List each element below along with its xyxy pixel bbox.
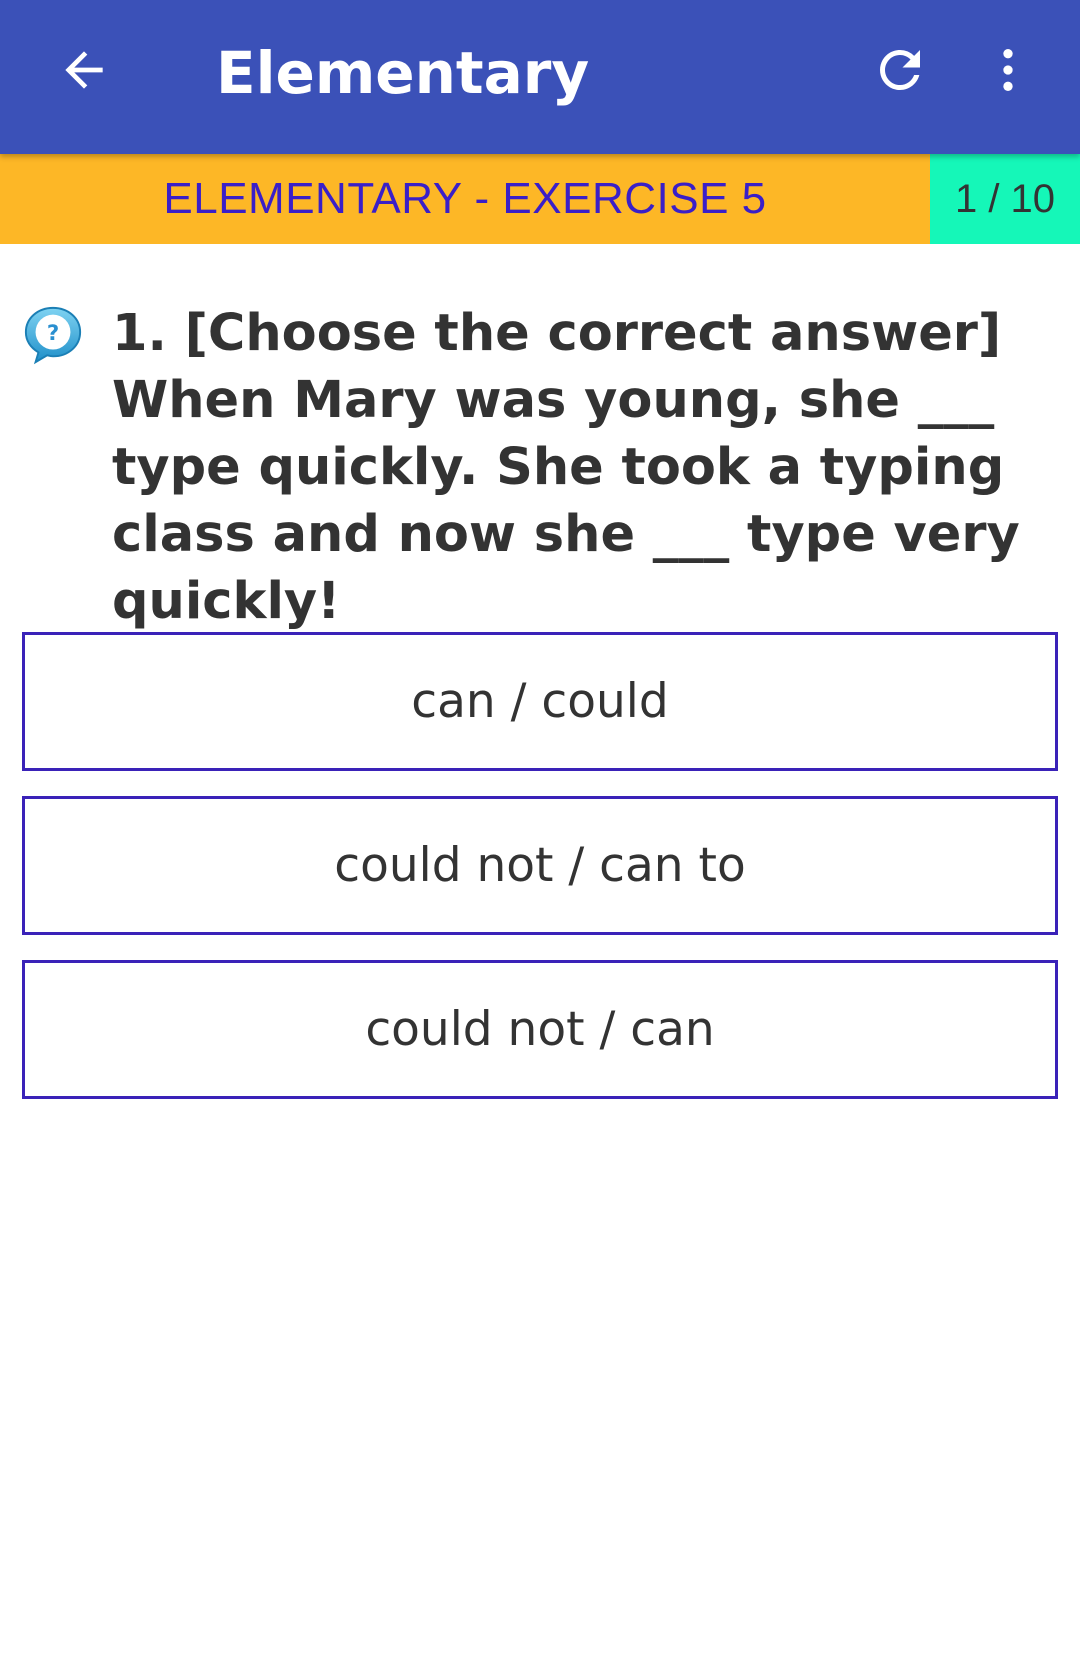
app-title: Elementary bbox=[216, 39, 590, 107]
answer-option-2[interactable]: could not / can to bbox=[22, 796, 1058, 935]
answer-option-3[interactable]: could not / can bbox=[22, 960, 1058, 1099]
question-bubble-icon: ? bbox=[24, 306, 82, 365]
more-vert-icon bbox=[1003, 49, 1013, 91]
refresh-button[interactable] bbox=[860, 30, 940, 110]
answer-option-1[interactable]: can / could bbox=[22, 632, 1058, 771]
question-counter: 1 / 10 bbox=[930, 154, 1080, 244]
question-text: 1. [Choose the correct answer] When Mary… bbox=[112, 304, 1020, 631]
exercise-title: ELEMENTARY - EXERCISE 5 bbox=[163, 174, 767, 223]
refresh-icon bbox=[880, 50, 920, 90]
app-screen: Elementary ELEMENTARY - EXERCISE 5 1 / 1… bbox=[0, 0, 1080, 1664]
more-options-button[interactable] bbox=[968, 30, 1048, 110]
app-bar: Elementary bbox=[0, 0, 1080, 154]
answer-list: can / could could not / can to could not… bbox=[22, 632, 1058, 1124]
svg-text:?: ? bbox=[47, 321, 59, 346]
exercise-header: ELEMENTARY - EXERCISE 5 1 / 10 bbox=[0, 154, 1080, 244]
back-button[interactable] bbox=[44, 30, 124, 110]
arrow-back-icon bbox=[65, 51, 103, 89]
